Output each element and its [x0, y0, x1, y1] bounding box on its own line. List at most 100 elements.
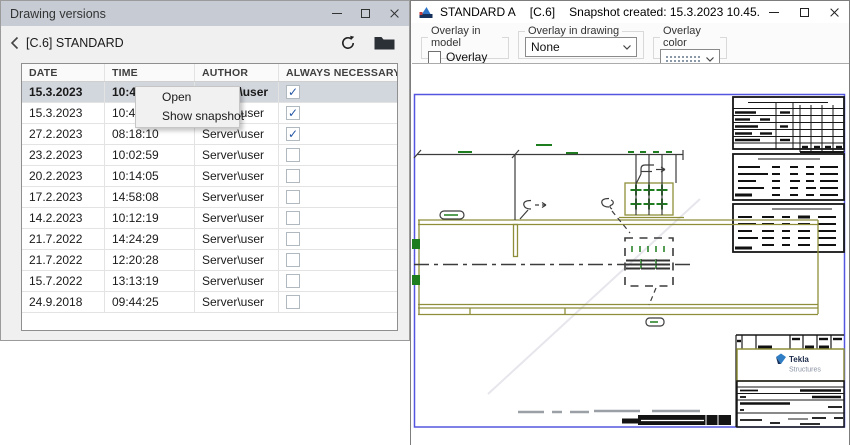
cell-time: 10:12:19	[105, 208, 195, 228]
maximize-button[interactable]	[351, 1, 380, 26]
desktop: { "left_window": { "title": "Drawing ver…	[0, 0, 850, 445]
versions-toolbar: [C.6] STANDARD	[1, 26, 409, 59]
cell-date: 15.3.2023	[22, 103, 105, 123]
header-always-necessary[interactable]: ALWAYS NECESSARY	[279, 64, 397, 81]
always-necessary-checkbox[interactable]: ✓	[286, 127, 300, 141]
always-necessary-checkbox[interactable]: ✓	[286, 85, 300, 99]
cell-date: 17.2.2023	[22, 187, 105, 207]
cell-always-necessary: ✓	[279, 124, 397, 144]
overlay-in-drawing-select[interactable]: None	[525, 37, 637, 57]
cell-always-necessary	[279, 145, 397, 165]
tekla-app-icon	[419, 6, 433, 19]
menu-item-open[interactable]: Open	[136, 88, 239, 107]
header-time[interactable]: TIME	[105, 64, 195, 81]
group-legend: Overlay in drawing	[525, 25, 622, 37]
titlebar[interactable]: Drawing versions	[1, 1, 409, 26]
cad-drawing: Tekla Structures	[412, 64, 849, 445]
cell-always-necessary	[279, 166, 397, 186]
cell-date: 24.9.2018	[22, 292, 105, 312]
overlay-checkbox-label: Overlay	[446, 50, 487, 64]
always-necessary-checkbox[interactable]	[286, 148, 300, 162]
cell-always-necessary: ✓	[279, 103, 397, 123]
title-snapshot-created: Snapshot created: 15.3.2023 10.45.00	[569, 5, 759, 19]
always-necessary-checkbox[interactable]	[286, 169, 300, 183]
drawing-versions-window: Drawing versions [C.6] STANDARD	[0, 0, 410, 341]
cell-time: 10:02:59	[105, 145, 195, 165]
group-overlay-in-model: Overlay in model Overlay	[421, 25, 509, 59]
minimize-button[interactable]	[322, 1, 351, 26]
close-button[interactable]	[819, 1, 849, 23]
cell-date: 15.3.2023	[22, 82, 105, 102]
cell-author: Server\user	[195, 145, 279, 165]
cell-always-necessary	[279, 229, 397, 249]
refresh-button[interactable]	[340, 35, 356, 51]
maximize-icon	[800, 8, 809, 17]
cell-always-necessary	[279, 292, 397, 312]
always-necessary-checkbox[interactable]: ✓	[286, 106, 300, 120]
refresh-icon	[340, 35, 356, 51]
table-row[interactable]: 21.7.2022 14:24:29 Server\user	[22, 229, 397, 250]
cell-date: 20.2.2023	[22, 166, 105, 186]
cell-date: 21.7.2022	[22, 250, 105, 270]
open-folder-button[interactable]	[374, 36, 395, 50]
group-overlay-in-drawing: Overlay in drawing None	[518, 25, 644, 59]
cell-always-necessary	[279, 250, 397, 270]
cell-author: Server\user	[195, 271, 279, 291]
cell-always-necessary	[279, 187, 397, 207]
table-row[interactable]: 24.9.2018 09:44:25 Server\user	[22, 292, 397, 313]
table-header-row: DATE TIME AUTHOR ALWAYS NECESSARY	[22, 64, 397, 82]
always-necessary-checkbox[interactable]	[286, 274, 300, 288]
header-author[interactable]: AUTHOR	[195, 64, 279, 81]
cell-time: 13:13:19	[105, 271, 195, 291]
table-row[interactable]: 21.7.2022 12:20:28 Server\user	[22, 250, 397, 271]
logo-text-top: Tekla	[789, 355, 809, 364]
selected-value: None	[531, 40, 560, 54]
always-necessary-checkbox[interactable]	[286, 232, 300, 246]
title-drawing-name: STANDARD A	[440, 5, 516, 19]
group-overlay-color: Overlay color	[653, 25, 727, 59]
context-menu: Open Show snapshot	[135, 86, 240, 128]
cell-always-necessary	[279, 208, 397, 228]
chevron-down-icon	[706, 57, 714, 62]
table-row[interactable]: 14.2.2023 10:12:19 Server\user	[22, 208, 397, 229]
title-ref: [C.6]	[530, 5, 555, 19]
cell-always-necessary: ✓	[279, 82, 397, 102]
cell-time: 09:44:25	[105, 292, 195, 312]
close-button[interactable]	[380, 1, 409, 26]
table-row[interactable]: 17.2.2023 14:58:08 Server\user	[22, 187, 397, 208]
minimize-icon	[769, 12, 779, 13]
cell-date: 15.7.2022	[22, 271, 105, 291]
window-title: Drawing versions	[1, 7, 322, 21]
logo-text-bottom: Structures	[789, 367, 821, 374]
cell-date: 27.2.2023	[22, 124, 105, 144]
chevron-down-icon	[623, 45, 631, 50]
cell-author: Server\user	[195, 250, 279, 270]
menu-item-show-snapshot[interactable]: Show snapshot	[136, 107, 239, 126]
always-necessary-checkbox[interactable]	[286, 211, 300, 225]
cell-author: Server\user	[195, 187, 279, 207]
cell-author: Server\user	[195, 229, 279, 249]
cell-author: Server\user	[195, 208, 279, 228]
cell-author: Server\user	[195, 166, 279, 186]
always-necessary-checkbox[interactable]	[286, 253, 300, 267]
back-button[interactable]	[10, 36, 19, 50]
table-row[interactable]: 15.7.2022 13:13:19 Server\user	[22, 271, 397, 292]
cell-always-necessary	[279, 271, 397, 291]
header-date[interactable]: DATE	[22, 64, 105, 81]
folder-icon	[374, 36, 395, 50]
chevron-left-icon	[10, 36, 19, 50]
always-necessary-checkbox[interactable]	[286, 295, 300, 309]
drawing-canvas[interactable]: Tekla Structures	[412, 63, 849, 445]
maximize-icon	[361, 9, 370, 18]
cell-author: Server\user	[195, 292, 279, 312]
titlebar[interactable]: STANDARD A [C.6] Snapshot created: 15.3.20…	[411, 1, 849, 23]
maximize-button[interactable]	[789, 1, 819, 23]
table-row[interactable]: 20.2.2023 10:14:05 Server\user	[22, 166, 397, 187]
overlay-checkbox[interactable]	[428, 51, 441, 64]
always-necessary-checkbox[interactable]	[286, 190, 300, 204]
cell-time: 10:14:05	[105, 166, 195, 186]
table-row[interactable]: 23.2.2023 10:02:59 Server\user	[22, 145, 397, 166]
snapshot-window: STANDARD A [C.6] Snapshot created: 15.3.20…	[410, 0, 850, 445]
overlay-toolbar: Overlay in model Overlay Overlay in draw…	[411, 23, 849, 63]
minimize-button[interactable]	[759, 1, 789, 23]
